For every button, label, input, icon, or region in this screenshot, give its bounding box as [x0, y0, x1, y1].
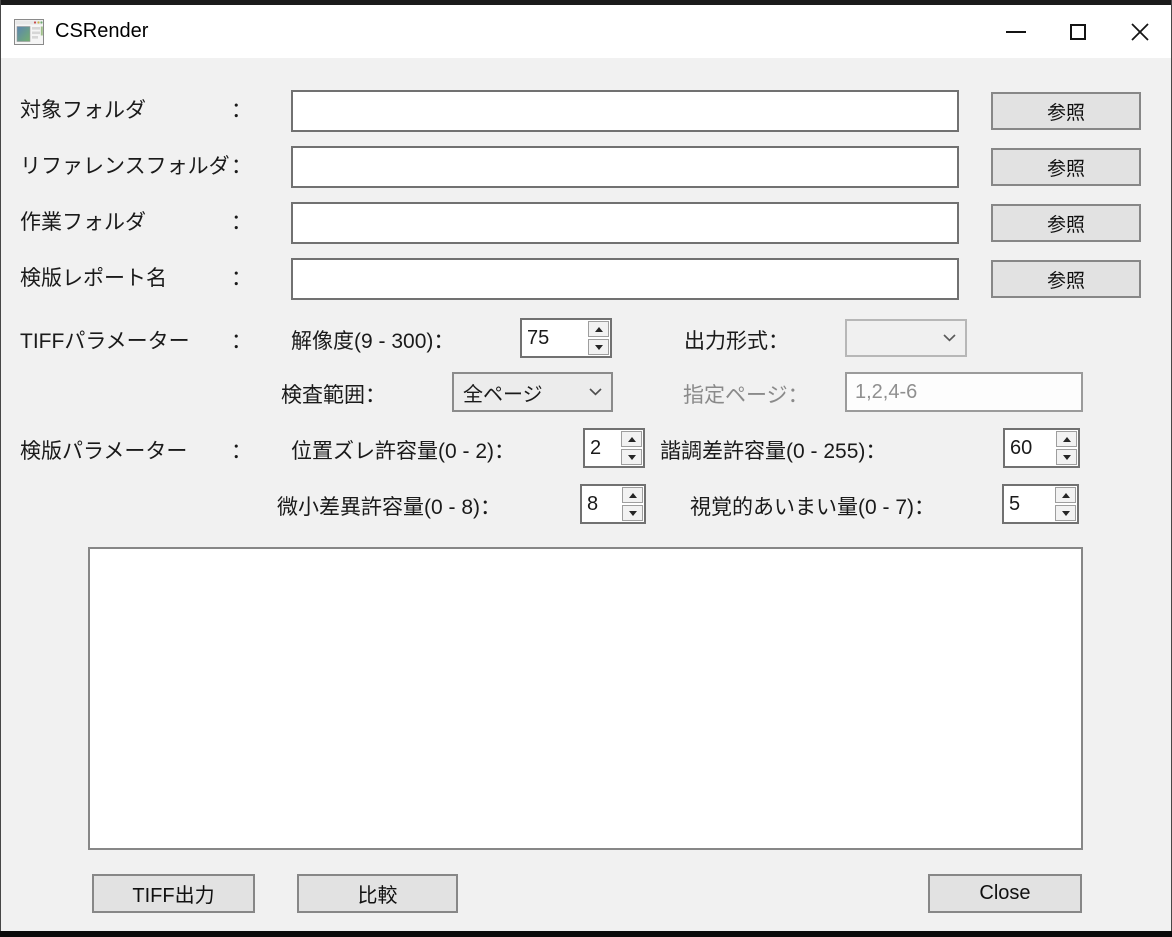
- visual-fuzziness-spinner: [1002, 484, 1079, 524]
- chevron-down-icon: [943, 334, 956, 342]
- check-params-section-label: 検版パラメーター：: [20, 438, 252, 466]
- report-name-label: 検版レポート名：: [20, 265, 252, 293]
- reference-folder-input[interactable]: [291, 146, 959, 188]
- pages-input[interactable]: [845, 372, 1083, 412]
- window-border-bottom: [0, 931, 1172, 937]
- arrow-up-icon: [1063, 437, 1071, 442]
- tiff-params-section-label: TIFFパラメーター：: [20, 328, 252, 356]
- position-spin-down-button[interactable]: [621, 449, 642, 465]
- tone-spin-down-button[interactable]: [1056, 449, 1077, 465]
- compare-button[interactable]: 比較: [297, 874, 458, 913]
- arrow-up-icon: [1062, 493, 1070, 498]
- arrow-down-icon: [1062, 511, 1070, 516]
- reference-folder-browse-button[interactable]: 参照: [991, 148, 1141, 186]
- arrow-up-icon: [628, 437, 636, 442]
- arrow-down-icon: [629, 511, 637, 516]
- tone-tolerance-spinner: [1003, 428, 1080, 468]
- minor-spin-up-button[interactable]: [622, 487, 643, 503]
- report-name-browse-button[interactable]: 参照: [991, 260, 1141, 298]
- application-icon: [14, 19, 44, 45]
- reference-folder-label: リファレンスフォルダ：: [20, 153, 252, 181]
- work-folder-input[interactable]: [291, 202, 959, 244]
- chevron-down-icon: [589, 388, 602, 396]
- output-format-label: 出力形式：: [684, 328, 789, 356]
- scan-range-value: 全ページ: [463, 378, 543, 407]
- target-folder-input[interactable]: [291, 90, 959, 132]
- window-border-left: [0, 0, 1, 937]
- resolution-spin-down-button[interactable]: [588, 339, 609, 355]
- caption-buttons: [985, 5, 1171, 58]
- visual-spin-down-button[interactable]: [1055, 505, 1076, 521]
- arrow-down-icon: [1063, 455, 1071, 460]
- target-folder-browse-button[interactable]: 参照: [991, 92, 1141, 130]
- tone-spin-up-button[interactable]: [1056, 431, 1077, 447]
- arrow-up-icon: [595, 327, 603, 332]
- close-icon: [1131, 23, 1149, 41]
- visual-spin-up-button[interactable]: [1055, 487, 1076, 503]
- target-folder-label: 対象フォルダ：: [20, 97, 252, 125]
- window-title: CSRender: [55, 20, 148, 43]
- close-button[interactable]: [1109, 5, 1171, 58]
- position-tolerance-spinner: [583, 428, 645, 468]
- output-format-select[interactable]: [845, 319, 967, 357]
- scan-range-label: 検査範囲：: [281, 382, 386, 410]
- position-spin-up-button[interactable]: [621, 431, 642, 447]
- arrow-up-icon: [629, 493, 637, 498]
- arrow-down-icon: [595, 345, 603, 350]
- close-action-button[interactable]: Close: [928, 874, 1082, 913]
- log-output-area[interactable]: [88, 547, 1083, 850]
- report-name-input[interactable]: [291, 258, 959, 300]
- minor-diff-tolerance-spinner: [580, 484, 646, 524]
- app-window: CSRender 対象フォルダ： 参照 リファレンスフォルダ： 参照 作業フ: [0, 0, 1172, 937]
- maximize-icon: [1070, 24, 1086, 40]
- resolution-input[interactable]: [522, 320, 586, 356]
- tiff-output-button[interactable]: TIFF出力: [92, 874, 255, 913]
- resolution-spin-up-button[interactable]: [588, 321, 609, 337]
- scan-range-select[interactable]: 全ページ: [452, 372, 613, 412]
- minor-spin-down-button[interactable]: [622, 505, 643, 521]
- minimize-icon: [1006, 31, 1026, 33]
- maximize-button[interactable]: [1047, 5, 1109, 58]
- minor-diff-tolerance-label: 微小差異許容量(0 - 8)：: [277, 494, 501, 522]
- resolution-spinner: [520, 318, 612, 358]
- position-tolerance-input[interactable]: [585, 430, 619, 466]
- visual-fuzziness-input[interactable]: [1004, 486, 1053, 522]
- tone-tolerance-input[interactable]: [1005, 430, 1054, 466]
- tone-tolerance-label: 諧調差許容量(0 - 255)：: [660, 438, 886, 466]
- minimize-button[interactable]: [985, 5, 1047, 58]
- visual-fuzziness-label: 視覚的あいまい量(0 - 7)：: [690, 494, 935, 522]
- pages-label: 指定ページ：: [683, 382, 809, 410]
- position-tolerance-label: 位置ズレ許容量(0 - 2)：: [291, 438, 515, 466]
- resolution-label: 解像度(9 - 300)：: [291, 328, 454, 356]
- minor-diff-tolerance-input[interactable]: [582, 486, 620, 522]
- titlebar: CSRender: [1, 5, 1171, 58]
- work-folder-label: 作業フォルダ：: [20, 209, 252, 237]
- arrow-down-icon: [628, 455, 636, 460]
- work-folder-browse-button[interactable]: 参照: [991, 204, 1141, 242]
